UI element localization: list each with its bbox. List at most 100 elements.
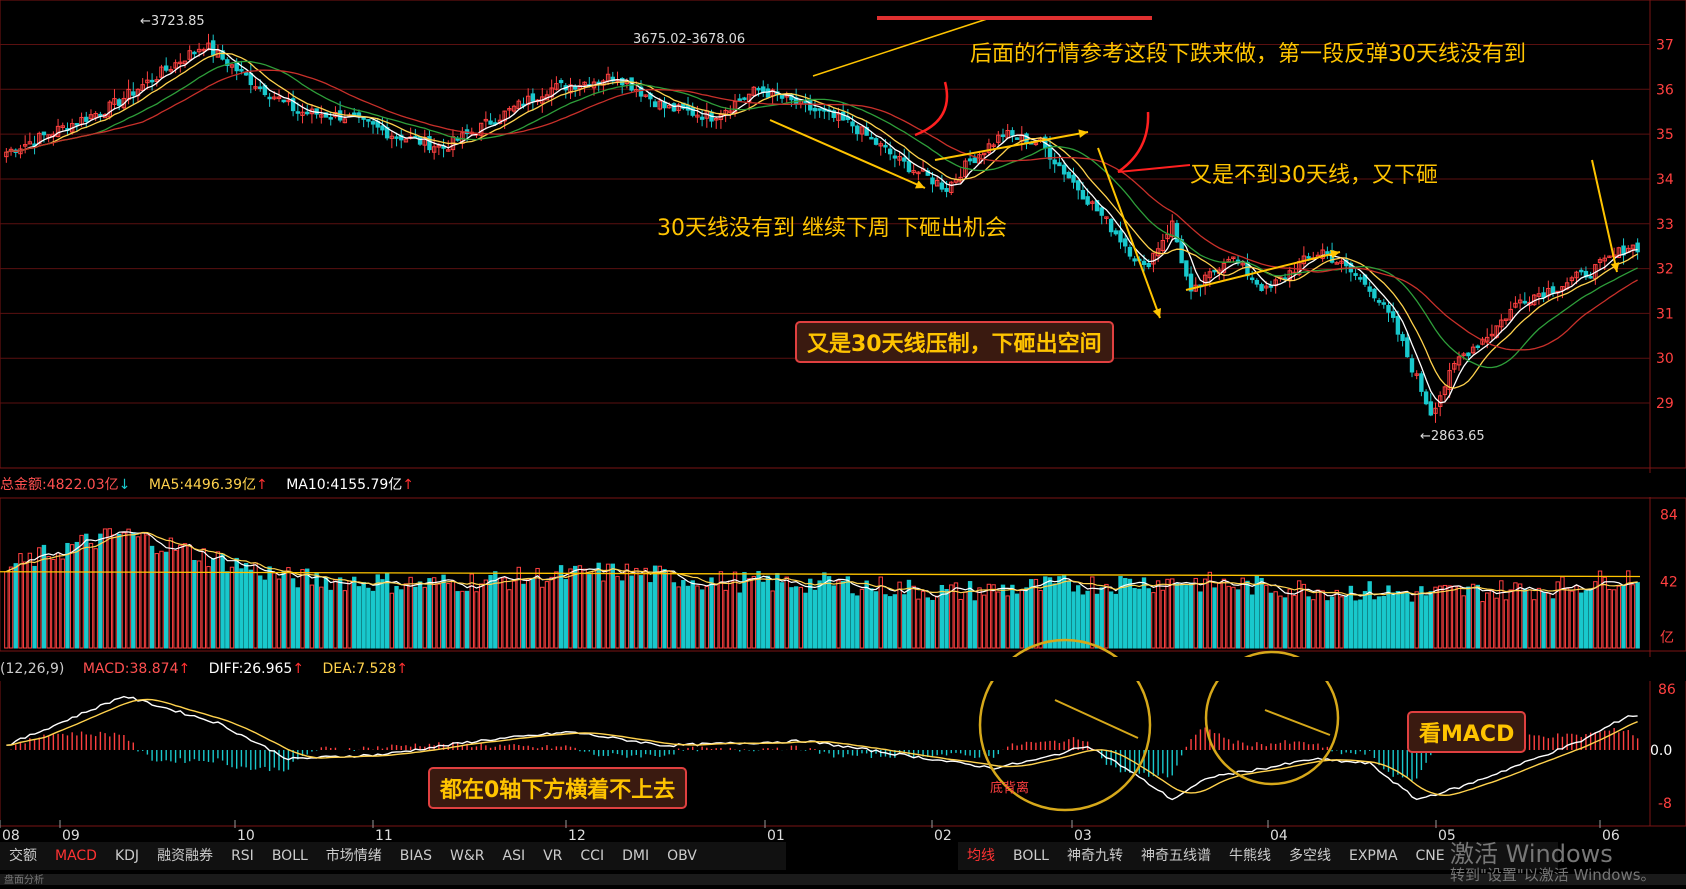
- candle-body: [1118, 230, 1123, 243]
- volume-bar: [258, 575, 263, 649]
- volume-bar: [1611, 589, 1617, 649]
- volume-bar: [859, 588, 865, 649]
- volume-bar: [507, 589, 512, 649]
- candle-body: [239, 69, 244, 72]
- volume-bar: [1522, 589, 1528, 649]
- volume-bar: [845, 576, 851, 649]
- volume-bar: [902, 594, 907, 649]
- volume-bar: [1588, 588, 1593, 649]
- volume-axis-label-2: 亿: [1660, 630, 1674, 646]
- volume-bar: [333, 578, 338, 649]
- volume-bar: [1193, 577, 1198, 649]
- volume-bar: [196, 560, 202, 649]
- volume-bar: [991, 584, 996, 649]
- tab-right-2[interactable]: 神奇九转: [1058, 842, 1132, 870]
- volume-bar: [1080, 594, 1086, 649]
- volume-bar: [624, 563, 630, 649]
- candle-body: [1123, 238, 1128, 247]
- candle-body: [737, 98, 742, 102]
- volume-bar: [1635, 582, 1640, 649]
- volume-bar: [549, 576, 554, 649]
- volume-bar: [154, 553, 159, 649]
- candle-body: [1358, 277, 1363, 280]
- tab-left-8[interactable]: W&R: [441, 842, 494, 870]
- tab-right-0[interactable]: 均线: [958, 842, 1004, 870]
- volume-bar: [963, 591, 968, 649]
- volume-bar: [286, 567, 291, 649]
- volume-bar: [1574, 585, 1579, 649]
- volume-bar: [1268, 592, 1274, 649]
- volume-bar: [511, 580, 517, 649]
- volume-bar: [427, 578, 432, 649]
- volume-bar: [770, 590, 775, 649]
- volume-bar: [911, 585, 916, 649]
- volume-bar: [695, 585, 700, 649]
- candle-body: [234, 62, 239, 72]
- volume-bar: [1428, 591, 1433, 649]
- volume-bar: [1597, 570, 1603, 649]
- volume-bar: [648, 582, 653, 649]
- tab-right-4[interactable]: 牛熊线: [1220, 842, 1280, 870]
- candle-body: [1127, 246, 1133, 257]
- tab-left-7[interactable]: BIAS: [391, 842, 441, 870]
- tab-left-2[interactable]: KDJ: [106, 842, 148, 870]
- volume-bar: [1019, 589, 1024, 649]
- volume-bar: [1546, 592, 1551, 649]
- tab-left-4[interactable]: RSI: [222, 842, 263, 870]
- candle-body: [892, 155, 898, 159]
- candle-body: [530, 93, 536, 102]
- volume-bar: [1602, 576, 1607, 649]
- volume-bar: [441, 574, 446, 649]
- volume-bar: [601, 580, 606, 649]
- volume-bar: [290, 578, 296, 649]
- volume-bar: [1569, 590, 1575, 649]
- volume-bar: [836, 580, 841, 649]
- tab-left-6[interactable]: 市场情绪: [317, 842, 391, 870]
- tab-right-7[interactable]: CNE: [1407, 842, 1454, 870]
- volume-bar: [1630, 584, 1636, 649]
- tab-left-10[interactable]: VR: [534, 842, 571, 870]
- tab-right-6[interactable]: EXPMA: [1340, 842, 1407, 870]
- volume-bar: [789, 587, 794, 649]
- tab-left-12[interactable]: DMI: [613, 842, 658, 870]
- volume-bar: [1057, 576, 1062, 649]
- tab-right-3[interactable]: 神奇五线谱: [1132, 842, 1220, 870]
- volume-bar: [112, 534, 117, 649]
- volume-bar: [1442, 584, 1448, 649]
- volume-bar: [1513, 582, 1518, 649]
- volume-bar: [953, 582, 959, 649]
- candle-body: [1113, 230, 1119, 235]
- tab-right-5[interactable]: 多空线: [1280, 842, 1340, 870]
- candle-body: [328, 117, 333, 120]
- tab-left-0[interactable]: 交额: [0, 842, 46, 870]
- tab-left-13[interactable]: OBV: [658, 842, 706, 870]
- volume-bar: [1235, 589, 1241, 649]
- tab-left-9[interactable]: ASI: [494, 842, 535, 870]
- candle-body: [1184, 260, 1189, 277]
- volume-bar: [159, 550, 164, 649]
- tab-left-5[interactable]: BOLL: [263, 842, 317, 870]
- tab-left-11[interactable]: CCI: [571, 842, 613, 870]
- tab-right-1[interactable]: BOLL: [1004, 842, 1058, 870]
- volume-bar: [1343, 595, 1349, 649]
- divergence-slash-2: [1264, 709, 1331, 736]
- volume-bar: [634, 567, 639, 649]
- volume-bar: [873, 591, 879, 649]
- volume-bar: [1334, 589, 1339, 649]
- tab-left-3[interactable]: 融资融券: [148, 842, 222, 870]
- volume-bar: [46, 556, 51, 649]
- volume-bar: [272, 572, 277, 649]
- candle-body: [1108, 218, 1114, 233]
- volume-bar: [662, 569, 667, 649]
- watermark-subtitle: 转到"设置"以激活 Windows。: [1450, 866, 1656, 884]
- volume-bar: [168, 537, 174, 649]
- tab-left-1[interactable]: MACD: [46, 842, 106, 870]
- volume-bar: [535, 567, 540, 649]
- volume-bar: [1141, 577, 1147, 649]
- volume-bar: [431, 577, 437, 649]
- volume-bar: [751, 576, 757, 649]
- volume-bar: [1353, 600, 1358, 649]
- volume-bar: [840, 580, 846, 649]
- price-axis-label-1: 36: [1656, 82, 1674, 98]
- volume-bar: [84, 533, 89, 649]
